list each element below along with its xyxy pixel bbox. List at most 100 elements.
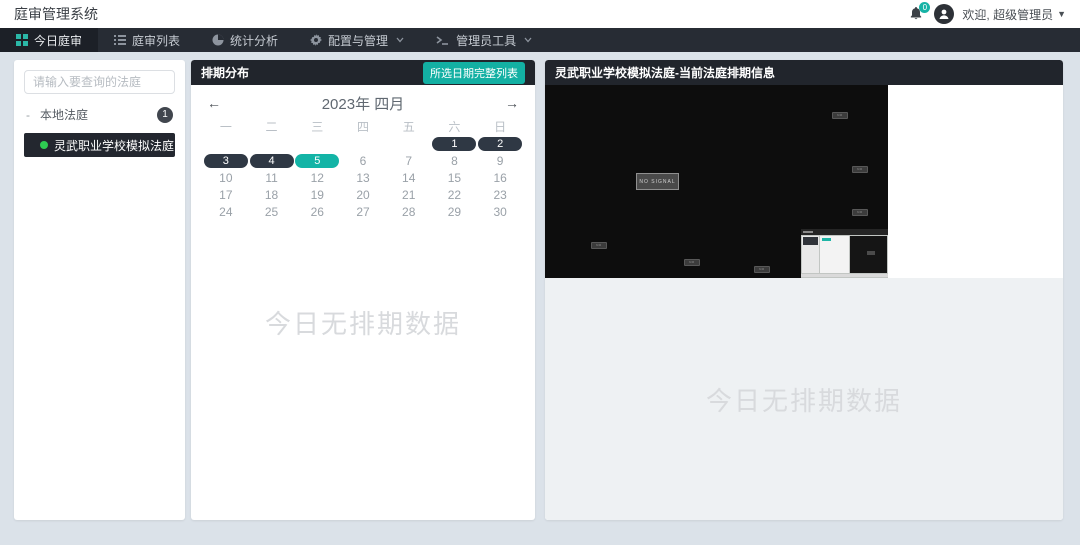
court-panel-header: 灵武职业学校模拟法庭-当前法庭排期信息 xyxy=(545,60,1063,85)
no-signal-chip: NO SIGNAL xyxy=(684,259,700,266)
pip-footer xyxy=(801,274,888,277)
calendar-weekday: 一 xyxy=(203,119,249,135)
calendar-day-cell[interactable]: 24 xyxy=(203,203,249,220)
calendar-day-cell[interactable]: 8 xyxy=(432,152,478,169)
nav-item-label: 配置与管理 xyxy=(328,32,388,49)
tree-node-label: 本地法庭 xyxy=(40,106,157,123)
nav-item-1[interactable]: 庭审列表 xyxy=(98,28,196,52)
list-icon xyxy=(114,34,126,46)
calendar-day-cell[interactable]: 29 xyxy=(432,203,478,220)
calendar-day-event[interactable]: 2 xyxy=(478,137,522,151)
calendar-next-button[interactable]: → xyxy=(501,95,523,111)
app-title: 庭审管理系统 xyxy=(14,4,98,24)
tree-node-local-courts[interactable]: - 本地法庭 1 xyxy=(24,106,175,123)
calendar-title: 2023年 四月 xyxy=(322,93,405,114)
calendar-day-cell[interactable]: 16 xyxy=(477,169,523,186)
terminal-icon xyxy=(436,34,450,46)
nav-item-2[interactable]: 统计分析 xyxy=(196,28,294,52)
calendar-day-selected[interactable]: 5 xyxy=(295,154,339,168)
court-schedule-area: 今日无排期数据 xyxy=(545,278,1063,520)
nav-item-0[interactable]: 今日庭审 xyxy=(0,28,98,52)
calendar-day-cell xyxy=(294,135,340,152)
calendar-weekday: 三 xyxy=(294,119,340,135)
nav-item-4[interactable]: 管理员工具 xyxy=(420,28,548,52)
notification-bell-button[interactable]: 0 xyxy=(908,5,926,23)
calendar-day-cell[interactable]: 27 xyxy=(340,203,386,220)
calendar-day-cell[interactable]: 25 xyxy=(249,203,295,220)
user-menu[interactable]: 欢迎, 超级管理员 ▼ xyxy=(962,6,1066,23)
schedule-panel-title: 排期分布 xyxy=(201,64,249,81)
calendar-day-cell[interactable]: 22 xyxy=(432,186,478,203)
full-list-button[interactable]: 所选日期完整列表 xyxy=(423,62,525,84)
court-search-input[interactable] xyxy=(24,70,175,94)
court-camera-preview[interactable]: NO SIGNAL NO SIGNAL NO SIGNAL NO SIGNAL … xyxy=(545,85,888,278)
no-signal-box: NO SIGNAL xyxy=(636,173,679,190)
court-empty-message: 今日无排期数据 xyxy=(706,381,902,418)
schedule-panel-header: 排期分布 所选日期完整列表 xyxy=(191,60,535,85)
calendar-day-event[interactable]: 1 xyxy=(432,137,476,151)
nav-item-label: 统计分析 xyxy=(230,32,278,49)
nav-item-label: 管理员工具 xyxy=(456,32,516,49)
calendar-weekday: 二 xyxy=(249,119,295,135)
calendar-day-cell[interactable]: 7 xyxy=(386,152,432,169)
collapse-icon[interactable]: - xyxy=(26,108,40,122)
calendar-day-cell[interactable]: 3 xyxy=(203,152,249,169)
grid-icon xyxy=(16,34,28,46)
chevron-down-icon: ▼ xyxy=(1057,9,1066,19)
calendar-day-cell[interactable]: 12 xyxy=(294,169,340,186)
calendar-day-cell[interactable]: 9 xyxy=(477,152,523,169)
calendar-day-cell[interactable]: 20 xyxy=(340,186,386,203)
count-badge: 1 xyxy=(157,107,173,123)
calendar-day-cell xyxy=(386,135,432,152)
status-dot-icon xyxy=(40,141,48,149)
calendar-day-cell[interactable]: 28 xyxy=(386,203,432,220)
nav-item-label: 今日庭审 xyxy=(34,32,82,49)
nav-item-3[interactable]: 配置与管理 xyxy=(294,28,420,52)
calendar-day-cell[interactable]: 30 xyxy=(477,203,523,220)
no-signal-chip: NO SIGNAL xyxy=(591,242,607,249)
chevron-down-icon xyxy=(524,37,532,43)
calendar-nav: ← 2023年 四月 → xyxy=(203,93,523,113)
calendar-day-cell[interactable]: 4 xyxy=(249,152,295,169)
calendar-day-event[interactable]: 4 xyxy=(250,154,294,168)
calendar-day-cell[interactable]: 14 xyxy=(386,169,432,186)
calendar-day-cell[interactable]: 11 xyxy=(249,169,295,186)
pip-sidebar xyxy=(802,236,819,273)
calendar-day-cell[interactable]: 2 xyxy=(477,135,523,152)
calendar-day-cell xyxy=(203,135,249,152)
schedule-panel: 排期分布 所选日期完整列表 ← 2023年 四月 → 一二三四五六日 12345… xyxy=(191,60,535,520)
calendar-weekday: 日 xyxy=(477,119,523,135)
screen-share-thumbnail xyxy=(801,229,888,278)
calendar-day-cell xyxy=(340,135,386,152)
calendar-weekday: 五 xyxy=(386,119,432,135)
topbar-right: 0 欢迎, 超级管理员 ▼ xyxy=(908,4,1066,24)
calendar-day-cell[interactable]: 15 xyxy=(432,169,478,186)
navbar: 今日庭审庭审列表 统计分析 配置与管理 管理员工具 xyxy=(0,28,1080,52)
no-signal-chip: NO SIGNAL xyxy=(852,209,868,216)
court-sidebar-panel: - 本地法庭 1 灵武职业学校模拟法庭 xyxy=(14,60,185,520)
calendar-day-cell[interactable]: 21 xyxy=(386,186,432,203)
tree-item-label: 灵武职业学校模拟法庭 xyxy=(54,137,174,154)
calendar-day-cell[interactable]: 23 xyxy=(477,186,523,203)
calendar-day-cell[interactable]: 17 xyxy=(203,186,249,203)
calendar-day-cell[interactable]: 13 xyxy=(340,169,386,186)
calendar-day-event[interactable]: 3 xyxy=(204,154,248,168)
calendar-day-cell[interactable]: 5 xyxy=(294,152,340,169)
tree-item-court-selected[interactable]: 灵武职业学校模拟法庭 xyxy=(24,133,175,157)
calendar-weekday: 四 xyxy=(340,119,386,135)
calendar-day-cell[interactable]: 18 xyxy=(249,186,295,203)
court-panel-body: NO SIGNAL NO SIGNAL NO SIGNAL NO SIGNAL … xyxy=(545,85,1063,520)
calendar-day-cell[interactable]: 26 xyxy=(294,203,340,220)
pip-middle xyxy=(820,236,849,273)
pie-chart-icon xyxy=(212,34,224,46)
pip-body xyxy=(801,235,888,274)
calendar-prev-button[interactable]: ← xyxy=(203,95,225,111)
calendar-grid: 1234567891011121314151617181920212223242… xyxy=(203,135,523,220)
main-content: - 本地法庭 1 灵武职业学校模拟法庭 排期分布 所选日期完整列表 ← 2023… xyxy=(0,52,1080,545)
avatar[interactable] xyxy=(934,4,954,24)
calendar-day-cell[interactable]: 1 xyxy=(432,135,478,152)
calendar-day-cell[interactable]: 19 xyxy=(294,186,340,203)
calendar-day-cell[interactable]: 6 xyxy=(340,152,386,169)
calendar-day-cell[interactable]: 10 xyxy=(203,169,249,186)
no-signal-chip: NO SIGNAL xyxy=(754,266,770,273)
